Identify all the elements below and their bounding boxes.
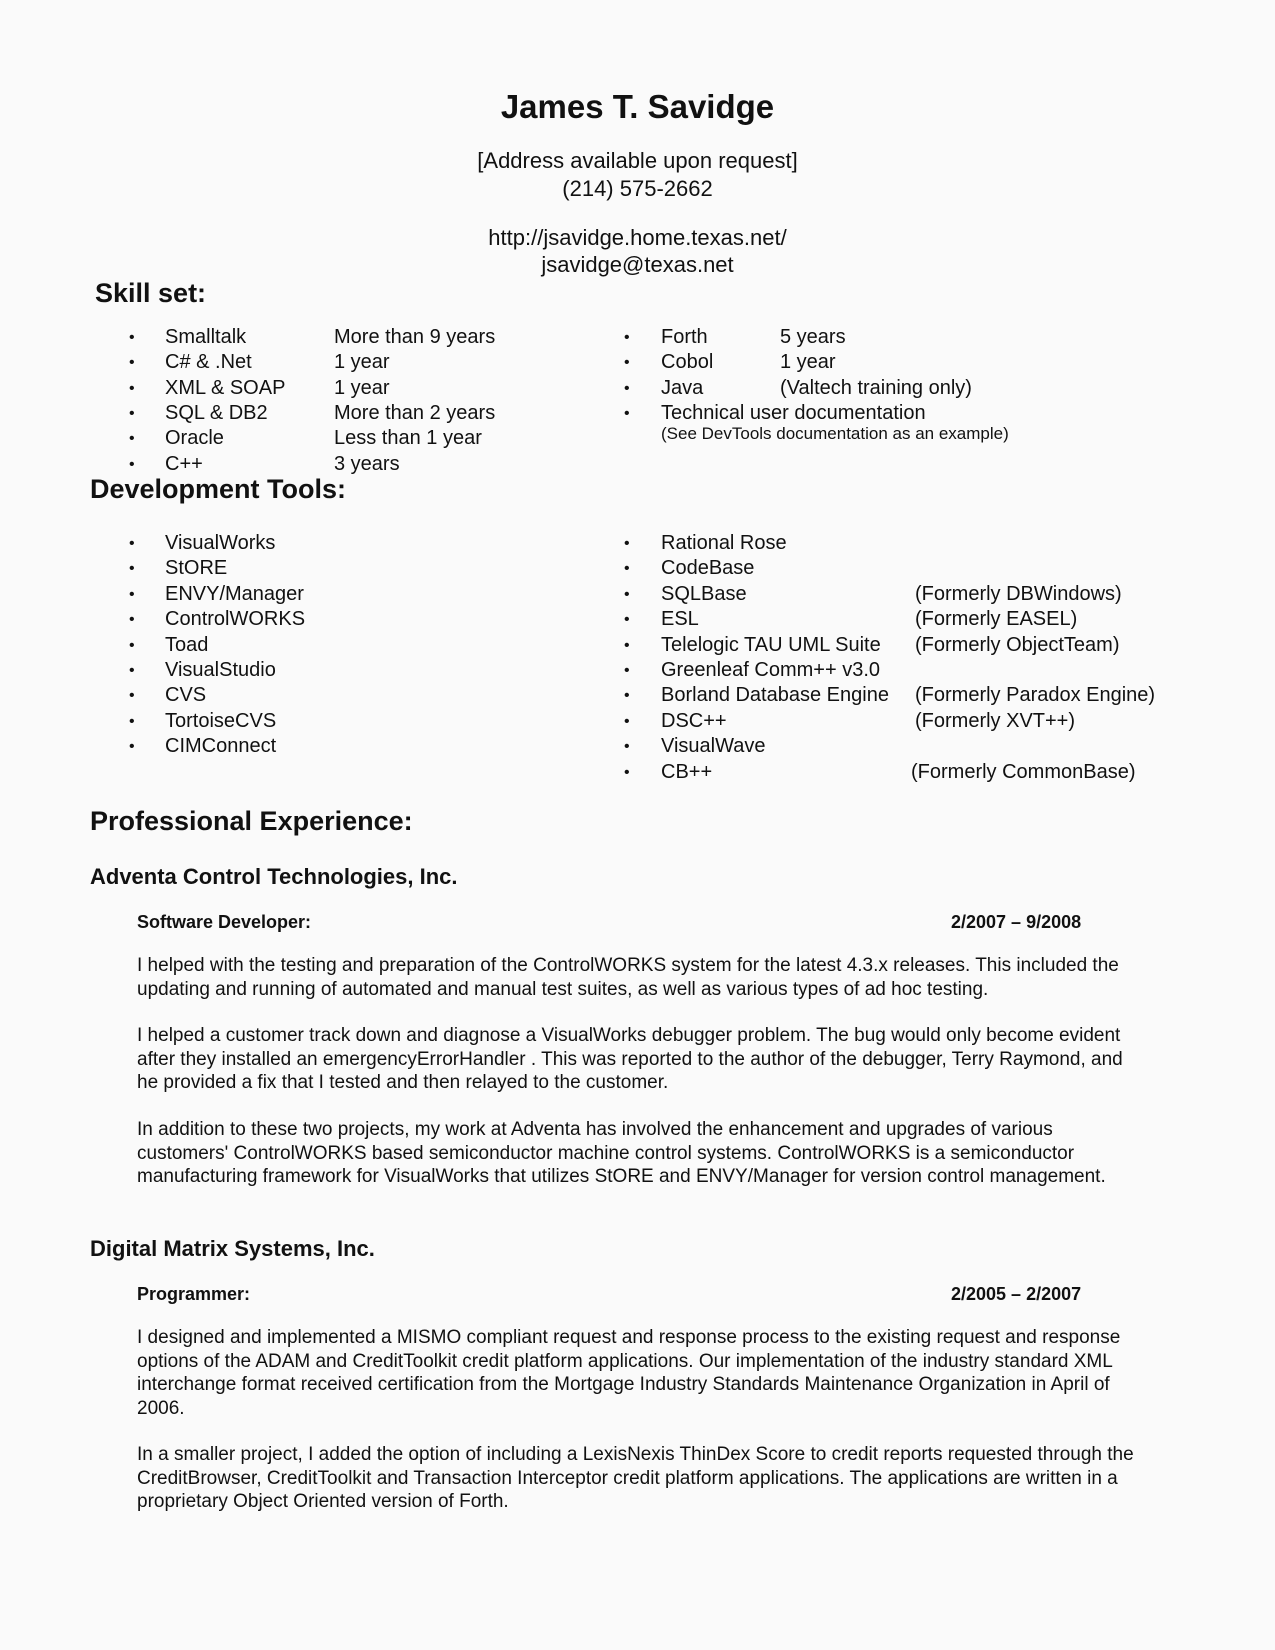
address: [Address available upon request]	[477, 148, 798, 173]
tool-name: VisualStudio	[165, 659, 276, 681]
bullet-icon: •	[129, 560, 135, 578]
company-name: Digital Matrix Systems, Inc.	[90, 1236, 375, 1261]
tool-name: Toad	[165, 633, 209, 656]
tool-note: (Formerly Paradox Engine)	[915, 684, 1156, 707]
skill-duration: 1 year	[780, 351, 836, 374]
bullet-icon: •	[624, 738, 630, 756]
tool-name: CVS	[165, 684, 207, 707]
job-title: Software Developer:	[137, 912, 312, 932]
skill-duration: 5 years	[780, 326, 846, 348]
bullet-icon: •	[624, 763, 630, 781]
bullet-icon: •	[129, 636, 135, 654]
skill-name: Technical user documentation	[661, 401, 926, 424]
tool-name: StORE	[165, 557, 228, 580]
job-dates: 2/2007 – 9/2008	[951, 912, 1082, 932]
tool-note: (Formerly DBWindows)	[915, 582, 1122, 605]
bullet-icon: •	[624, 687, 630, 705]
phone: (214) 575-2662	[562, 176, 713, 201]
skill-name: XML & SOAP	[165, 376, 286, 399]
skills-heading: Skill set:	[95, 278, 207, 308]
tool-name: ControlWORKS	[165, 608, 306, 631]
tool-name: CIMConnect	[165, 735, 277, 758]
bullet-icon: •	[129, 712, 135, 730]
tool-note: (Formerly EASEL)	[915, 608, 1078, 631]
job-title: Programmer:	[137, 1284, 251, 1304]
bullet-icon: •	[624, 636, 630, 654]
bullet-icon: •	[624, 379, 630, 397]
bullet-icon: •	[129, 430, 135, 448]
skill-duration: 1 year	[334, 351, 390, 374]
bullet-icon: •	[624, 404, 630, 422]
tool-name: TortoiseCVS	[165, 709, 277, 732]
job-paragraph: In addition to these two projects, my wo…	[137, 1119, 1106, 1187]
bullet-icon: •	[129, 611, 135, 629]
tool-name: Telelogic TAU UML Suite	[661, 633, 881, 656]
bullet-icon: •	[624, 329, 630, 346]
bullet-icon: •	[624, 585, 630, 603]
bullet-icon: •	[129, 662, 135, 679]
bullet-icon: •	[129, 738, 135, 756]
bullet-icon: •	[624, 712, 630, 730]
tool-name: Borland Database Engine	[661, 684, 889, 707]
bullet-icon: •	[129, 329, 135, 346]
tool-name: Rational Rose	[661, 532, 787, 554]
experience-heading: Professional Experience:	[90, 806, 413, 836]
tool-name: DSC++	[661, 709, 727, 732]
skill-duration: 3 years	[334, 452, 400, 475]
bullet-icon: •	[129, 455, 135, 473]
website-link[interactable]: http://jsavidge.home.texas.net/	[0, 225, 1275, 251]
bullet-icon: •	[129, 535, 135, 552]
bullet-icon: •	[624, 354, 630, 372]
tool-name: Greenleaf Comm++ v3.0	[661, 659, 880, 681]
bullet-icon: •	[129, 379, 135, 397]
skill-name: Forth	[661, 326, 708, 348]
bullet-icon: •	[624, 662, 630, 679]
skill-duration: 1 year	[334, 376, 390, 399]
bullet-icon: •	[624, 535, 630, 552]
email-link[interactable]: jsavidge@texas.net	[0, 252, 1275, 278]
job-paragraph: I helped with the testing and preparatio…	[137, 955, 1119, 1000]
tool-name: ESL	[661, 608, 699, 631]
bullet-icon: •	[129, 687, 135, 705]
bullet-icon: •	[129, 404, 135, 422]
job-dates: 2/2005 – 2/2007	[951, 1284, 1082, 1304]
tools-heading: Development Tools:	[90, 474, 347, 504]
tool-note: (Formerly CommonBase)	[911, 760, 1136, 783]
skill-duration: Less than 1 year	[334, 427, 482, 450]
skill-duration: More than 9 years	[334, 326, 496, 348]
tool-name: ENVY/Manager	[165, 582, 304, 605]
skill-duration: More than 2 years	[334, 401, 496, 424]
job-paragraph: I designed and implemented a MISMO compl…	[137, 1327, 1121, 1419]
tool-note: (Formerly XVT++)	[915, 709, 1076, 732]
bullet-icon: •	[129, 354, 135, 372]
skill-name: Smalltalk	[165, 326, 247, 348]
bullet-icon: •	[624, 560, 630, 578]
skill-name: Cobol	[661, 351, 714, 374]
skills-note: (See DevTools documentation as an exampl…	[661, 424, 1009, 443]
tool-note: (Formerly ObjectTeam)	[915, 633, 1120, 656]
tool-name: VisualWave	[661, 735, 766, 758]
tool-name: SQLBase	[661, 582, 747, 605]
skill-name: C# & .Net	[165, 351, 252, 374]
tool-name: CodeBase	[661, 557, 755, 580]
bullet-icon: •	[624, 611, 630, 629]
job-paragraph: In a smaller project, I added the option…	[137, 1444, 1134, 1512]
skill-name: Java	[661, 376, 704, 399]
company-name: Adventa Control Technologies, Inc.	[90, 864, 458, 889]
resume-name: James T. Savidge	[500, 88, 775, 125]
skill-name: SQL & DB2	[165, 401, 268, 424]
skill-name: Oracle	[165, 427, 224, 450]
bullet-icon: •	[129, 585, 135, 603]
tool-name: VisualWorks	[165, 532, 276, 554]
skill-name: C++	[165, 452, 203, 475]
job-paragraph: I helped a customer track down and diagn…	[137, 1025, 1123, 1093]
tool-name: CB++	[661, 760, 713, 783]
skill-duration: (Valtech training only)	[780, 376, 972, 399]
